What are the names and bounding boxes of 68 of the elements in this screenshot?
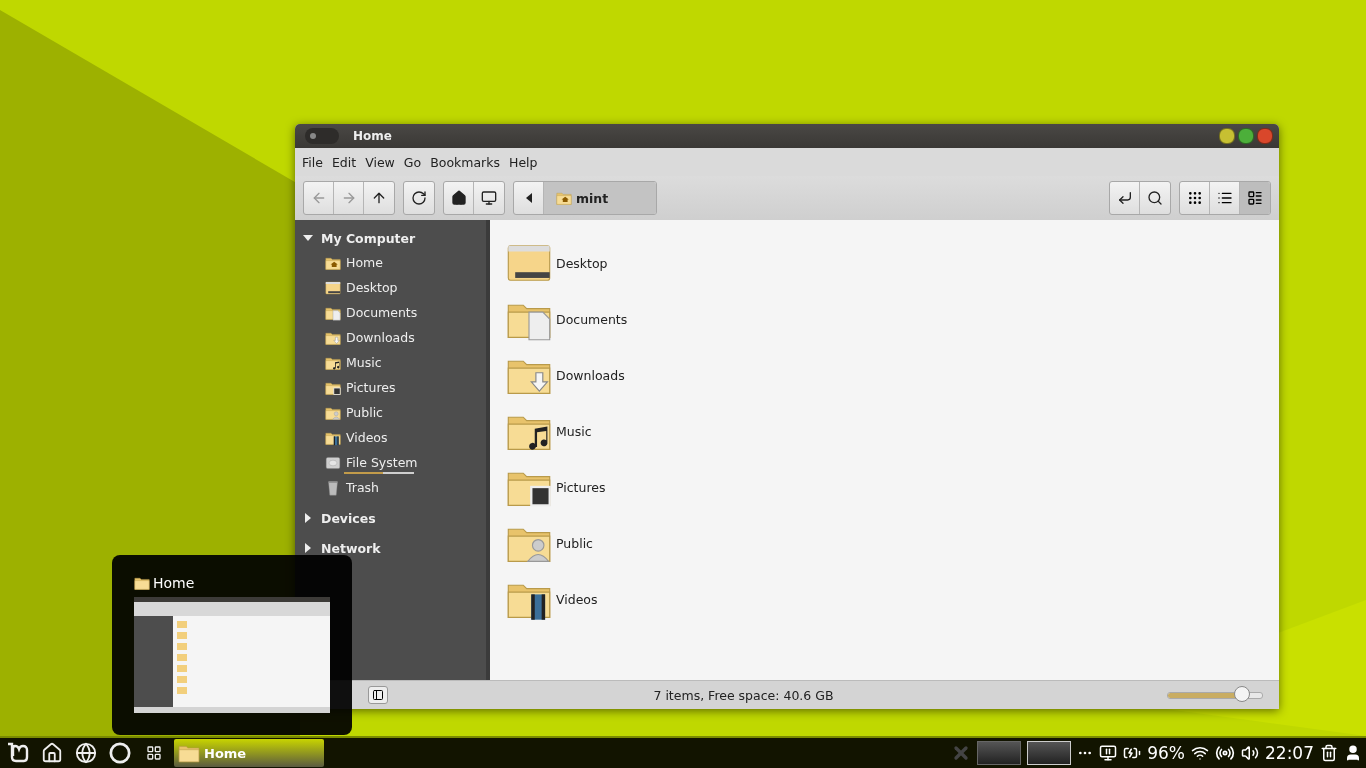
sidebar-heading[interactable]: Devices: [321, 510, 376, 526]
file-label[interactable]: Videos: [556, 591, 598, 607]
sidebar-icon: [372, 689, 384, 701]
folder-icon: [134, 575, 150, 591]
file-label[interactable]: Public: [556, 535, 593, 551]
sidebar-item[interactable]: Pictures: [346, 380, 396, 395]
sidebar-item[interactable]: Home: [346, 255, 383, 270]
home-folder-icon: [41, 742, 63, 764]
grid-icon: [146, 745, 162, 761]
up-icon: [371, 190, 387, 206]
ring-icon: [109, 742, 131, 764]
trash-icon: [325, 479, 341, 496]
battery-level: 96%: [1147, 743, 1185, 763]
reload-icon: [411, 190, 427, 206]
sidebar-item[interactable]: Videos: [346, 430, 388, 445]
globe-icon: [75, 742, 97, 764]
folder-icon: [556, 190, 572, 206]
sidebar-item[interactable]: Trash: [346, 480, 380, 495]
file-label[interactable]: Pictures: [556, 479, 606, 495]
view-mode-button[interactable]: [1240, 182, 1270, 214]
wifi-icon: [1191, 744, 1209, 762]
maximize-button[interactable]: [1238, 128, 1254, 144]
sidebar-item[interactable]: Public: [346, 405, 383, 420]
caret-icon[interactable]: [303, 233, 313, 243]
clock[interactable]: 22:07: [1265, 743, 1314, 763]
menu-item[interactable]: View: [364, 154, 401, 170]
menu-item[interactable]: Bookmarks: [429, 154, 506, 170]
desktop-folder-icon: [325, 279, 341, 296]
trash-icon: [1320, 744, 1338, 762]
sidebar-heading[interactable]: My Computer: [321, 230, 416, 246]
sidebar-item[interactable]: Desktop: [346, 280, 398, 295]
window-menu-toggle[interactable]: [305, 128, 339, 144]
sidebar-item[interactable]: Music: [346, 355, 382, 370]
path-button[interactable]: mint: [544, 182, 656, 214]
search-icon: [1147, 190, 1163, 206]
preview-title: Home: [153, 575, 195, 591]
radio-icon: [1215, 743, 1235, 763]
list-view-icon: [1216, 190, 1233, 206]
compact-view-icon: [1247, 190, 1263, 206]
close-button[interactable]: [1257, 128, 1273, 144]
file-label[interactable]: Desktop: [556, 255, 608, 271]
window-title: Home: [353, 129, 393, 143]
enter-icon: [1116, 190, 1133, 206]
file-label[interactable]: Downloads: [556, 367, 625, 383]
sidebar-toggle-button[interactable]: [368, 686, 388, 704]
minimize-button[interactable]: [1219, 128, 1235, 144]
sidebar-item[interactable]: Downloads: [346, 330, 415, 345]
logo-icon: [6, 741, 30, 765]
home-icon: [450, 190, 467, 206]
caret-icon[interactable]: [303, 543, 313, 553]
file-label[interactable]: Music: [556, 423, 592, 439]
sidebar-item[interactable]: File System: [346, 455, 418, 470]
caret-icon[interactable]: [303, 513, 313, 523]
drive-icon: [325, 454, 341, 471]
icon-view-icon: [1186, 190, 1203, 206]
menu-item[interactable]: Edit: [330, 154, 363, 170]
file-label[interactable]: Documents: [556, 311, 628, 327]
slider-thumb[interactable]: [1234, 685, 1251, 702]
user-icon: [1344, 744, 1362, 762]
volume-icon: [1241, 744, 1259, 762]
monitor-icon: [481, 190, 497, 206]
status-text: 7 items, Free space: 40.6 GB: [652, 687, 835, 703]
sidebar-heading[interactable]: Network: [321, 540, 381, 556]
menu-item[interactable]: Go: [402, 154, 428, 170]
display-icon: [1099, 744, 1118, 762]
menu-item[interactable]: File: [301, 154, 329, 170]
sidebar-item[interactable]: Documents: [346, 305, 418, 320]
menu-item[interactable]: Help: [508, 154, 544, 170]
